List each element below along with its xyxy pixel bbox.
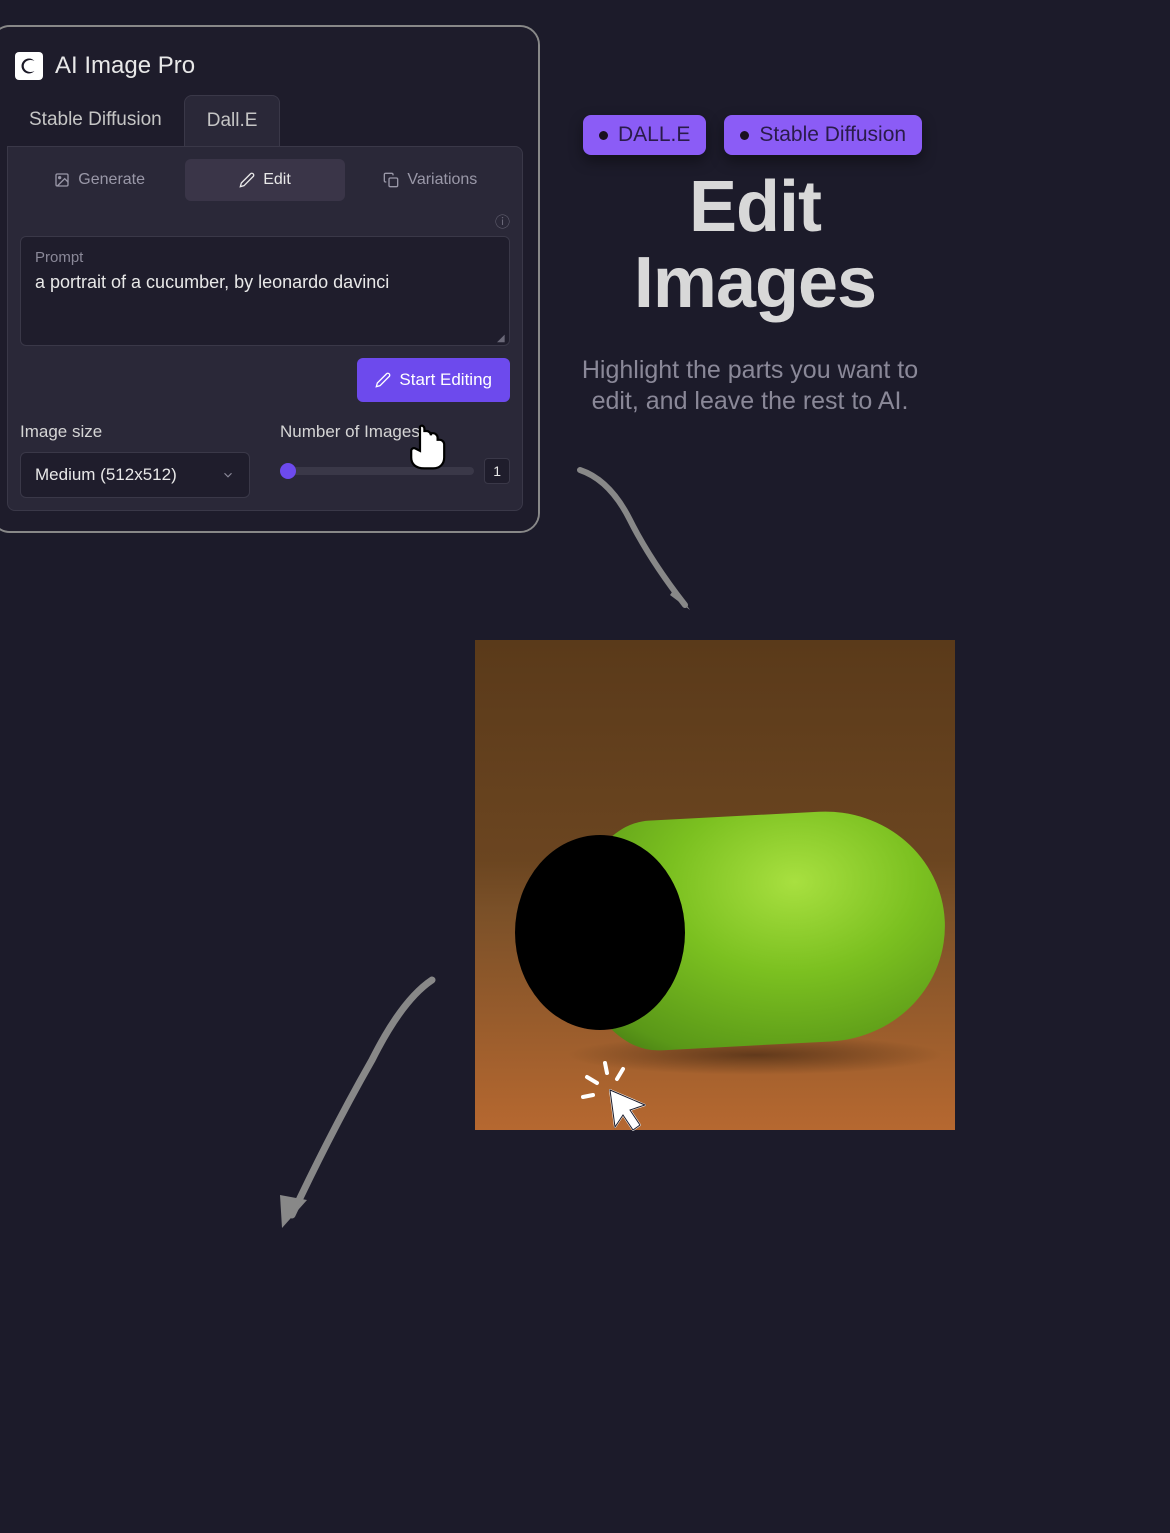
tab-stable-diffusion[interactable]: Stable Diffusion xyxy=(7,95,184,146)
start-button-label: Start Editing xyxy=(399,370,492,390)
action-tabs: Generate Edit Variations xyxy=(20,159,510,201)
pencil-icon xyxy=(239,172,255,188)
hero-subtitle: Highlight the parts you want to edit, an… xyxy=(565,355,935,418)
badge-dot-icon xyxy=(740,131,749,140)
app-panel: AI Image Pro Stable Diffusion Dall.E Gen… xyxy=(0,25,540,533)
action-tab-edit[interactable]: Edit xyxy=(185,159,344,201)
logo-icon xyxy=(20,57,38,75)
action-tab-label: Generate xyxy=(78,171,145,189)
title-line: Edit xyxy=(689,167,821,247)
copy-icon xyxy=(383,172,399,188)
click-cursor-icon xyxy=(575,1055,660,1140)
slider-value: 1 xyxy=(484,458,510,484)
model-tabs: Stable Diffusion Dall.E xyxy=(7,95,523,146)
num-images-label: Number of Images xyxy=(280,422,510,442)
num-images-control: Number of Images 1 xyxy=(280,422,510,498)
prompt-text: a portrait of a cucumber, by leonardo da… xyxy=(35,270,495,295)
image-size-control: Image size Medium (512x512) xyxy=(20,422,250,498)
tab-dalle[interactable]: Dall.E xyxy=(184,95,281,146)
arrow-icon xyxy=(262,970,442,1235)
hero-heading: Edit Images xyxy=(570,170,940,321)
app-title: AI Image Pro xyxy=(55,52,195,80)
pencil-icon xyxy=(375,372,391,388)
prompt-input[interactable]: Prompt a portrait of a cucumber, by leon… xyxy=(20,236,510,346)
badge-dalle: DALL.E xyxy=(583,115,706,155)
app-header: AI Image Pro xyxy=(7,42,523,95)
app-logo xyxy=(15,52,43,80)
result-image xyxy=(475,640,955,1130)
badge-label: DALL.E xyxy=(618,123,690,147)
prompt-label: Prompt xyxy=(35,249,495,266)
image-size-label: Image size xyxy=(20,422,250,442)
arrow-icon xyxy=(570,460,710,620)
action-tab-label: Variations xyxy=(407,171,477,189)
resize-handle[interactable]: ◢ xyxy=(497,333,507,343)
slider-thumb[interactable] xyxy=(280,463,296,479)
action-tab-generate[interactable]: Generate xyxy=(20,159,179,201)
select-value: Medium (512x512) xyxy=(35,465,177,485)
edit-mask[interactable] xyxy=(515,835,685,1030)
chevron-down-icon xyxy=(221,468,235,482)
action-tab-label: Edit xyxy=(263,171,291,189)
image-icon xyxy=(54,172,70,188)
badge-stable-diffusion: Stable Diffusion xyxy=(724,115,922,155)
image-size-select[interactable]: Medium (512x512) xyxy=(20,452,250,498)
model-badges: DALL.E Stable Diffusion xyxy=(583,115,922,155)
help-icon[interactable]: ⓘ xyxy=(495,211,510,232)
cursor-pointer-icon xyxy=(398,420,453,475)
start-editing-button[interactable]: Start Editing xyxy=(357,358,510,402)
title-line: Images xyxy=(634,243,876,323)
badge-dot-icon xyxy=(599,131,608,140)
badge-label: Stable Diffusion xyxy=(759,123,906,147)
action-tab-variations[interactable]: Variations xyxy=(351,159,510,201)
